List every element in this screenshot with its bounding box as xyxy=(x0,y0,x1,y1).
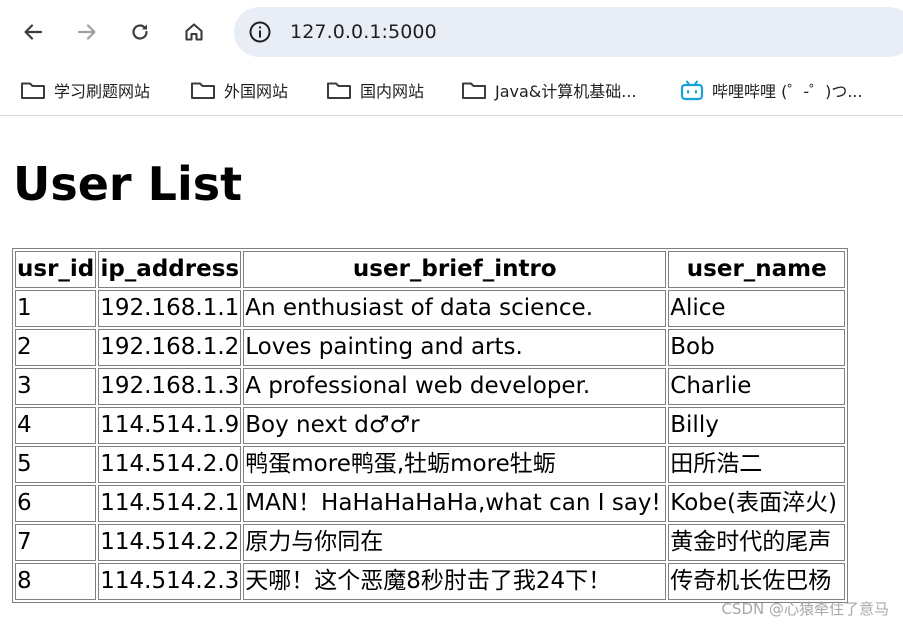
bookmark-bilibili[interactable]: 哔哩哔哩 (゜-゜)つ... xyxy=(680,76,863,104)
url-text[interactable]: 127.0.0.1:5000 xyxy=(290,21,437,43)
bookmarks-bar: 学习刷题网站 外国网站 国内网站 Java&计算机基础... 哔哩哔哩 (゜-゜… xyxy=(0,64,903,116)
column-header-user-brief-intro: user_brief_intro xyxy=(243,251,667,288)
bookmark-folder-foreign[interactable]: 外国网站 xyxy=(190,76,288,104)
bookmark-label: 哔哩哔哩 (゜-゜)つ... xyxy=(712,82,863,101)
cell-user-name: 传奇机长佐巴杨 xyxy=(668,563,846,600)
cell-ip-address: 192.168.1.2 xyxy=(98,329,242,366)
column-header-user-name: user_name xyxy=(668,251,846,288)
cell-usr-id: 8 xyxy=(15,563,97,600)
table-row: 4 114.514.1.9 Boy next d♂♂r Billy xyxy=(15,407,846,444)
home-icon xyxy=(185,23,203,41)
column-header-ip-address: ip_address xyxy=(98,251,242,288)
cell-user-brief-intro: Boy next d♂♂r xyxy=(243,407,667,444)
cell-ip-address: 192.168.1.3 xyxy=(98,368,242,405)
cell-user-name: Kobe(表面淬火) xyxy=(668,485,846,522)
cell-ip-address: 114.514.2.2 xyxy=(98,524,242,561)
cell-usr-id: 2 xyxy=(15,329,97,366)
cell-user-name: 黄金时代的尾声 xyxy=(668,524,846,561)
cell-ip-address: 114.514.2.3 xyxy=(98,563,242,600)
cell-user-name: Bob xyxy=(668,329,846,366)
table-row: 3 192.168.1.3 A professional web develop… xyxy=(15,368,846,405)
browser-toolbar: 127.0.0.1:5000 xyxy=(0,0,903,64)
folder-icon xyxy=(191,82,215,99)
table-row: 8 114.514.2.3 天哪！这个恶魔8秒肘击了我24下！ 传奇机长佐巴杨 xyxy=(15,563,846,600)
bookmark-label: Java&计算机基础... xyxy=(495,82,637,101)
cell-ip-address: 192.168.1.1 xyxy=(98,290,242,327)
user-table: usr_id ip_address user_brief_intro user_… xyxy=(12,248,849,603)
cell-ip-address: 114.514.2.1 xyxy=(98,485,242,522)
forward-button[interactable] xyxy=(69,14,105,50)
folder-icon xyxy=(21,82,45,99)
folder-icon xyxy=(462,82,486,99)
cell-usr-id: 3 xyxy=(15,368,97,405)
cell-user-name: Alice xyxy=(668,290,846,327)
page-title: User List xyxy=(13,157,243,211)
cell-usr-id: 7 xyxy=(15,524,97,561)
table-row: 1 192.168.1.1 An enthusiast of data scie… xyxy=(15,290,846,327)
arrow-right-icon xyxy=(77,24,96,40)
cell-user-brief-intro: Loves painting and arts. xyxy=(243,329,667,366)
cell-user-name: Charlie xyxy=(668,368,846,405)
cell-user-brief-intro: 原力与你同在 xyxy=(243,524,667,561)
column-header-usr-id: usr_id xyxy=(15,251,97,288)
back-button[interactable] xyxy=(15,14,51,50)
table-row: 2 192.168.1.2 Loves painting and arts. B… xyxy=(15,329,846,366)
cell-user-brief-intro: MAN！HaHaHaHaHa,what can I say! xyxy=(243,485,667,522)
cell-ip-address: 114.514.2.0 xyxy=(98,446,242,483)
table-row: 7 114.514.2.2 原力与你同在 黄金时代的尾声 xyxy=(15,524,846,561)
info-icon xyxy=(249,21,271,43)
bookmark-folder-domestic[interactable]: 国内网站 xyxy=(326,76,424,104)
arrow-left-icon xyxy=(24,24,43,40)
table-row: 6 114.514.2.1 MAN！HaHaHaHaHa,what can I … xyxy=(15,485,846,522)
cell-user-brief-intro: 鸭蛋more鸭蛋,牡蛎more牡蛎 xyxy=(243,446,667,483)
site-info-button[interactable] xyxy=(242,14,278,50)
table-header-row: usr_id ip_address user_brief_intro user_… xyxy=(15,251,846,288)
bookmark-label: 外国网站 xyxy=(224,82,289,101)
home-button[interactable] xyxy=(176,14,212,50)
watermark: CSDN @心猿牵住了意马 xyxy=(721,600,889,618)
cell-user-brief-intro: A professional web developer. xyxy=(243,368,667,405)
cell-usr-id: 6 xyxy=(15,485,97,522)
cell-user-name: 田所浩二 xyxy=(668,446,846,483)
cell-usr-id: 5 xyxy=(15,446,97,483)
cell-usr-id: 1 xyxy=(15,290,97,327)
bookmark-label: 国内网站 xyxy=(360,82,425,101)
address-bar[interactable]: 127.0.0.1:5000 xyxy=(234,7,903,57)
bilibili-icon xyxy=(680,80,704,101)
bookmark-folder-java[interactable]: Java&计算机基础... xyxy=(461,76,637,104)
bookmark-label: 学习刷题网站 xyxy=(54,82,151,101)
bookmark-folder-study[interactable]: 学习刷题网站 xyxy=(20,76,150,104)
reload-icon xyxy=(132,24,148,40)
cell-user-brief-intro: 天哪！这个恶魔8秒肘击了我24下！ xyxy=(243,563,667,600)
cell-user-brief-intro: An enthusiast of data science. xyxy=(243,290,667,327)
table-row: 5 114.514.2.0 鸭蛋more鸭蛋,牡蛎more牡蛎 田所浩二 xyxy=(15,446,846,483)
cell-usr-id: 4 xyxy=(15,407,97,444)
cell-ip-address: 114.514.1.9 xyxy=(98,407,242,444)
cell-user-name: Billy xyxy=(668,407,846,444)
reload-button[interactable] xyxy=(122,14,158,50)
folder-icon xyxy=(327,82,351,99)
